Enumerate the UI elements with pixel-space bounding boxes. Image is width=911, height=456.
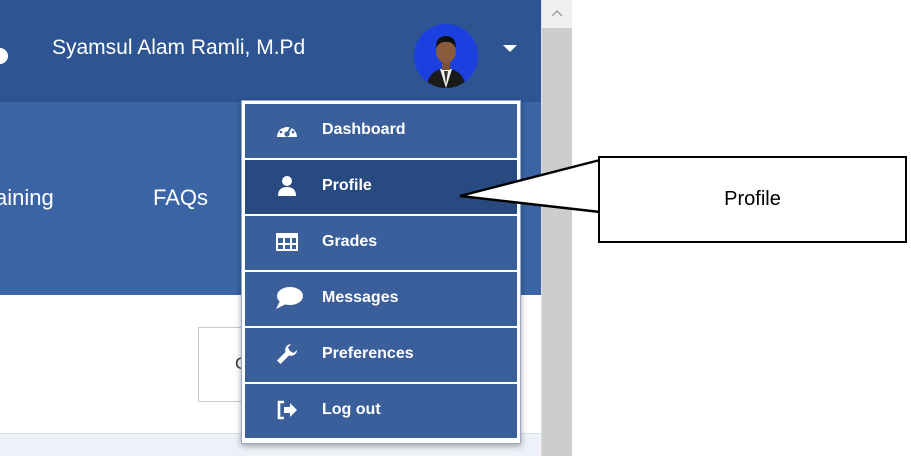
callout-label: Profile <box>724 188 781 210</box>
callout-box: Profile <box>598 156 907 243</box>
